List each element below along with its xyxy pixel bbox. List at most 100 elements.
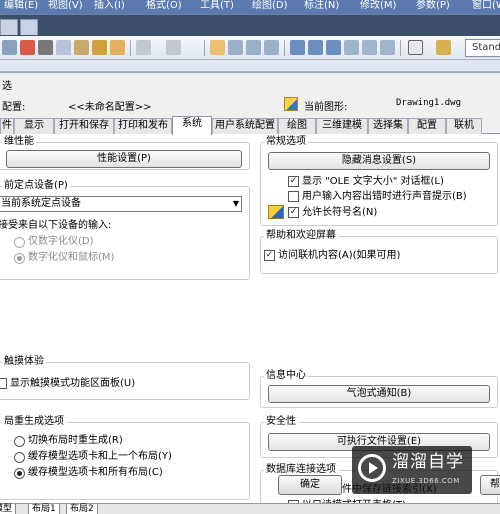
design-center-icon[interactable] (308, 40, 323, 55)
long-symbol-names-checkbox[interactable] (288, 207, 299, 218)
menu-tools[interactable]: 工具(T) (200, 0, 234, 12)
3d-performance-label: 维性能 (2, 136, 36, 148)
properties-icon[interactable] (290, 40, 305, 55)
config-row: 配置: <<未命名配置>> 当前图形: Drawing1.dwg (2, 97, 498, 113)
layout-tab-bar: 模型 布局1 布局2 (0, 503, 500, 514)
performance-settings-button[interactable]: 性能设置(P) (6, 150, 242, 168)
undo-icon[interactable] (136, 40, 151, 55)
new-tab-button[interactable] (20, 19, 38, 35)
secondary-toolbar (0, 60, 500, 72)
layout-tab-2[interactable]: 布局2 (66, 504, 98, 514)
file-tab[interactable] (0, 19, 18, 35)
ok-button[interactable]: 确定 (278, 475, 342, 495)
pointing-device-value: 当前系统定点设备 (1, 198, 81, 209)
paste-icon[interactable] (74, 40, 89, 55)
quickcalc-icon[interactable] (380, 40, 395, 55)
layout-tab-1[interactable]: 布局1 (28, 504, 60, 514)
show-ole-checkbox[interactable] (288, 176, 299, 187)
menu-edit[interactable]: 编辑(E) (4, 0, 38, 12)
menu-window[interactable]: 窗口(W) (472, 0, 500, 12)
menu-insert[interactable]: 插入(I) (94, 0, 125, 12)
block-editor-icon[interactable] (110, 40, 125, 55)
hidden-messages-button[interactable]: 隐藏消息设置(S) (268, 152, 490, 170)
beep-on-error-checkbox[interactable] (288, 191, 299, 202)
menu-params[interactable]: 参数(P) (416, 0, 450, 12)
menu-bar: 编辑(E) 视图(V) 插入(I) 格式(O) 工具(T) 绘图(D) 标注(N… (0, 0, 500, 14)
watermark: 溜溜自学 ZIXUE.3D66.COM (352, 446, 472, 494)
cache-model-last-radio[interactable] (14, 452, 25, 463)
menu-draw[interactable]: 绘图(D) (252, 0, 288, 12)
drawing-icon (284, 97, 298, 111)
tab-system[interactable]: 系统 (172, 116, 212, 135)
touch-experience-label: 触摸体验 (2, 356, 46, 368)
print-icon[interactable] (2, 40, 17, 55)
tab-open-save[interactable]: 打开和保存 (54, 118, 114, 134)
pan-icon[interactable] (210, 40, 225, 55)
online-content-checkbox[interactable] (264, 250, 275, 261)
config-label: 配置: (2, 102, 26, 113)
file-tabs (0, 14, 500, 36)
tab-online[interactable]: 联机 (446, 118, 482, 134)
digitizer-mouse-label: 数字化仪和鼠标(M) (28, 252, 115, 263)
cache-model-all-label: 缓存模型选项卡和所有布局(C) (28, 467, 163, 478)
cache-model-last-label: 缓存模型选项卡和上一个布局(Y) (28, 451, 172, 462)
touch-ribbon-checkbox[interactable] (0, 378, 7, 389)
sheet-set-icon[interactable] (344, 40, 359, 55)
layout-tab-model[interactable]: 模型 (0, 504, 17, 514)
dropdown-arrow-icon: ▼ (232, 199, 239, 208)
copy-icon[interactable] (56, 40, 71, 55)
zoom-previous-icon[interactable] (264, 40, 279, 55)
accept-input-label: 接受来自以下设备的输入: (0, 220, 112, 231)
long-symbol-names-label: 允许长符号名(N) (302, 207, 378, 218)
tool-palettes-icon[interactable] (326, 40, 341, 55)
regen-on-switch-label: 切换布局时重生成(R) (28, 435, 123, 446)
tab-selection[interactable]: 选择集 (368, 118, 408, 134)
plot-preview-icon[interactable] (20, 40, 35, 55)
dialog-title: 选 (2, 81, 12, 92)
tab-display[interactable]: 显示 (14, 118, 54, 134)
tab-plot-publish[interactable]: 打印和发布 (114, 118, 172, 134)
menu-modify[interactable]: 修改(M) (360, 0, 396, 12)
digitizer-only-label: 仅数字化仪(D) (28, 236, 94, 247)
tab-profiles[interactable]: 配置 (408, 118, 446, 134)
redo-icon[interactable] (166, 40, 181, 55)
digitizer-mouse-radio[interactable] (14, 253, 25, 264)
drawing-value: Drawing1.dwg (396, 98, 462, 108)
cut-icon[interactable] (38, 40, 53, 55)
regen-on-switch-radio[interactable] (14, 436, 25, 447)
menu-dimension[interactable]: 标注(N) (304, 0, 339, 12)
options-tabs: 件 显示 打开和保存 打印和发布 系统 用户系统配置 绘图 三维建模 选择集 配… (0, 116, 500, 135)
online-content-label: 访问联机内容(A)(如果可用) (278, 250, 401, 261)
balloon-notification-button[interactable]: 气泡式通知(B) (268, 385, 490, 403)
beep-on-error-label: 用户输入内容出错时进行声音提示(B) (302, 191, 467, 202)
layout-regen-label: 局重生成选项 (2, 416, 66, 428)
cache-model-all-radio[interactable] (14, 468, 25, 479)
security-label: 安全性 (264, 416, 298, 428)
help-icon[interactable] (408, 40, 423, 55)
standard-toolbar: Stand (0, 36, 500, 60)
tab-drafting[interactable]: 绘图 (278, 118, 316, 134)
tab-files[interactable]: 件 (0, 118, 14, 134)
long-symbol-names-icon (268, 205, 284, 219)
zoom-realtime-icon[interactable] (228, 40, 243, 55)
help-button[interactable]: 帮 (480, 475, 500, 495)
digitizer-only-radio[interactable] (14, 237, 25, 248)
info-center-label: 信息中心 (264, 370, 308, 382)
watermark-url: ZIXUE.3D66.COM (392, 477, 460, 485)
show-ole-label: 显示 "OLE 文字大小" 对话框(L) (302, 176, 444, 187)
toolbar-separator (400, 40, 401, 56)
pointing-device-select[interactable]: 当前系统定点设备 ▼ (0, 196, 242, 212)
menu-format[interactable]: 格式(O) (146, 0, 182, 12)
zoom-window-icon[interactable] (246, 40, 261, 55)
tab-user-preferences[interactable]: 用户系统配置 (212, 118, 278, 134)
tab-3d-modeling[interactable]: 三维建模 (316, 118, 368, 134)
match-properties-icon[interactable] (92, 40, 107, 55)
toolbar-separator (284, 40, 285, 56)
drawing-label: 当前图形: (304, 102, 348, 113)
toolbar-separator (204, 40, 205, 56)
text-style-select[interactable]: Stand (465, 39, 500, 57)
menu-view[interactable]: 视图(V) (48, 0, 83, 12)
touch-ribbon-label: 显示触摸模式功能区面板(U) (10, 378, 136, 389)
text-style-icon[interactable] (436, 40, 451, 55)
markup-icon[interactable] (362, 40, 377, 55)
